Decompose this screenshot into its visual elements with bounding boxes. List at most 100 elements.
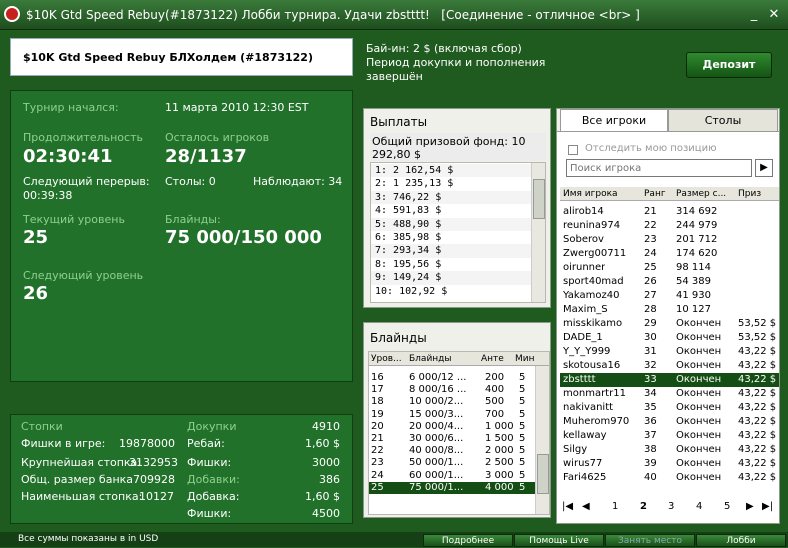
tab-tables[interactable]: Столы	[668, 109, 778, 131]
blinds-cell: 20	[371, 420, 384, 432]
payout-row: 8: 195,56 $	[375, 258, 442, 270]
player-cell: 43,22 $	[738, 360, 777, 371]
blinds-row[interactable]: 18 10 000/2... 500 5	[369, 396, 535, 408]
player-cell: 201 712	[676, 234, 718, 245]
player-row[interactable]: zbstttt 33 Окончен 43,22 $	[560, 373, 779, 387]
player-row[interactable]: skotousa16 32 Окончен 43,22 $	[560, 359, 779, 373]
payout-row: 7: 293,34 $	[371, 244, 531, 258]
live-help-button[interactable]: Помощь Live	[514, 534, 604, 547]
prize-pool: Общий призовой фонд: 10 292,80 $	[370, 133, 546, 161]
player-row[interactable]: Silgy 38 Окончен 43,22 $	[560, 443, 779, 457]
rebuy-period-line: Период докупки и пополнения	[366, 56, 546, 69]
player-row[interactable]: Soberov 23 201 712	[560, 233, 779, 247]
player-row[interactable]: DADE_1 30 Окончен 53,52 $	[560, 331, 779, 345]
blinds-cell: 15 000/3...	[409, 408, 464, 420]
player-cell: 53,52 $	[738, 318, 777, 329]
players-header-name[interactable]: Имя игрока	[563, 187, 618, 201]
player-search-input[interactable]	[566, 159, 752, 177]
remaining-label: Осталось игроков	[165, 131, 270, 144]
deposit-button[interactable]: Депозит	[686, 52, 772, 78]
blinds-cell: 30 000/6...	[409, 432, 464, 444]
player-row[interactable]: misskikamo 29 Окончен 53,52 $	[560, 317, 779, 331]
blinds-cell: 200	[485, 372, 505, 383]
player-row[interactable]: Zwerg00711 24 174 620	[560, 247, 779, 261]
player-row[interactable]: Y_Y_Y999 31 Окончен 43,22 $	[560, 345, 779, 359]
player-cell: 38	[644, 444, 657, 455]
addon-chips-value: 4500	[312, 507, 340, 520]
player-cell: 43,22 $	[738, 402, 777, 413]
minimize-icon[interactable]: _	[746, 7, 762, 23]
blinds-row[interactable]: 24 60 000/1... 3 000 5	[369, 470, 535, 482]
close-icon[interactable]: ✕	[766, 7, 782, 23]
payout-row: 9: 149,24 $	[371, 271, 531, 285]
rebuy-status-line: завершён	[366, 70, 423, 83]
page-link[interactable]: 2	[640, 501, 647, 512]
window-title: $10K Gtd Speed Rebuy(#1873122) Лобби тур…	[26, 8, 430, 22]
first-page-icon[interactable]: |◀	[562, 501, 573, 512]
player-row[interactable]: Muherom970 36 Окончен 43,22 $	[560, 415, 779, 429]
blinds-row[interactable]: 23 50 000/1... 2 500 5	[369, 457, 535, 469]
player-cell: 43,22 $	[738, 430, 777, 441]
blinds-row[interactable]: 20 20 000/4... 1 000 5	[369, 421, 535, 433]
player-row[interactable]: reunina974 22 244 979	[560, 219, 779, 233]
blinds-header-level[interactable]: Уров...	[371, 352, 402, 366]
players-header-prize[interactable]: Приз	[738, 187, 761, 201]
page-link[interactable]: 1	[612, 501, 618, 512]
players-header-stack[interactable]: Размер с...	[676, 187, 726, 201]
players-header-rank[interactable]: Ранг	[644, 187, 666, 201]
blinds-header-blinds[interactable]: Блайнды	[409, 352, 452, 366]
tab-all-players[interactable]: Все игроки	[560, 109, 668, 131]
player-cell: Maxim_S	[563, 304, 608, 315]
blinds-cell: 23	[371, 457, 384, 469]
page-link[interactable]: 5	[724, 501, 730, 512]
blinds-cell: 60 000/1...	[409, 469, 464, 481]
take-seat-button[interactable]: Занять место	[605, 534, 695, 547]
next-page-icon[interactable]: ▶	[746, 501, 754, 512]
blinds-cell: 2 000	[485, 445, 514, 457]
page-link[interactable]: 4	[696, 501, 702, 512]
blinds-row[interactable]: 22 40 000/8... 2 000 5	[369, 445, 535, 457]
track-position-checkbox[interactable]	[568, 145, 578, 155]
rebuy-price-label: Ребай:	[187, 437, 225, 450]
blinds-row[interactable]: 17 8 000/16 ... 400 5	[369, 384, 535, 396]
blinds-row[interactable]: 16 6 000/12 ... 200 5	[369, 372, 535, 384]
lobby-button[interactable]: Лобби	[696, 534, 786, 547]
player-cell: 40	[644, 472, 657, 483]
player-cell: Zwerg00711	[563, 248, 627, 259]
blinds-row[interactable]: 19 15 000/3... 700 5	[369, 409, 535, 421]
blinds-row[interactable]: 21 30 000/6... 1 500 5	[369, 433, 535, 445]
player-row[interactable]: Yakamoz40 27 41 930	[560, 289, 779, 303]
player-row[interactable]: Fari4625 40 Окончен 43,22 $	[560, 471, 779, 485]
addon-chips-label: Фишки:	[187, 507, 232, 520]
player-cell: alirob14	[563, 206, 604, 217]
last-page-icon[interactable]: ▶|	[762, 501, 773, 512]
player-row[interactable]: wirus77 39 Окончен 43,22 $	[560, 457, 779, 471]
more-button[interactable]: Подробнее	[423, 534, 513, 547]
payout-row: 10: 102,92 $	[375, 285, 448, 297]
blinds-cell: 3 000	[485, 469, 514, 481]
player-row[interactable]: sport40mad 26 54 389	[560, 275, 779, 289]
level-label: Текущий уровень	[23, 213, 125, 226]
player-cell: sport40mad	[563, 276, 624, 287]
payouts-title: Выплаты	[370, 115, 428, 129]
page-link[interactable]: 3	[668, 501, 674, 512]
payouts-scrollbar[interactable]	[531, 163, 545, 302]
player-row[interactable]: alirob14 21 314 692	[560, 205, 779, 219]
player-row[interactable]: oirunner 25 98 114	[560, 261, 779, 275]
player-row[interactable]: monmartr11 34 Окончен 43,22 $	[560, 387, 779, 401]
blinds-header-ante[interactable]: Анте	[481, 352, 504, 366]
player-row[interactable]: Maxim_S 28 10 127	[560, 303, 779, 317]
blinds-header-min[interactable]: Мин	[515, 352, 535, 366]
player-row[interactable]: nakivanitt 35 Окончен 43,22 $	[560, 401, 779, 415]
player-cell: 23	[644, 234, 657, 245]
blinds-row[interactable]: 25 75 000/1... 4 000 5	[369, 481, 535, 494]
player-cell: 43,22 $	[738, 444, 777, 455]
player-cell: Y_Y_Y999	[563, 346, 611, 357]
search-go-icon[interactable]: ▶	[755, 159, 773, 177]
player-row[interactable]: kellaway 37 Окончен 43,22 $	[560, 429, 779, 443]
rebuy-chips-label: Фишки:	[187, 456, 232, 469]
player-cell: 41 930	[676, 290, 711, 301]
blinds-scrollbar[interactable]	[535, 366, 549, 514]
stats-panel: Стопки Фишки в игре: 19878000 Крупнейшая…	[10, 414, 353, 524]
prev-page-icon[interactable]: ◀	[582, 501, 590, 512]
